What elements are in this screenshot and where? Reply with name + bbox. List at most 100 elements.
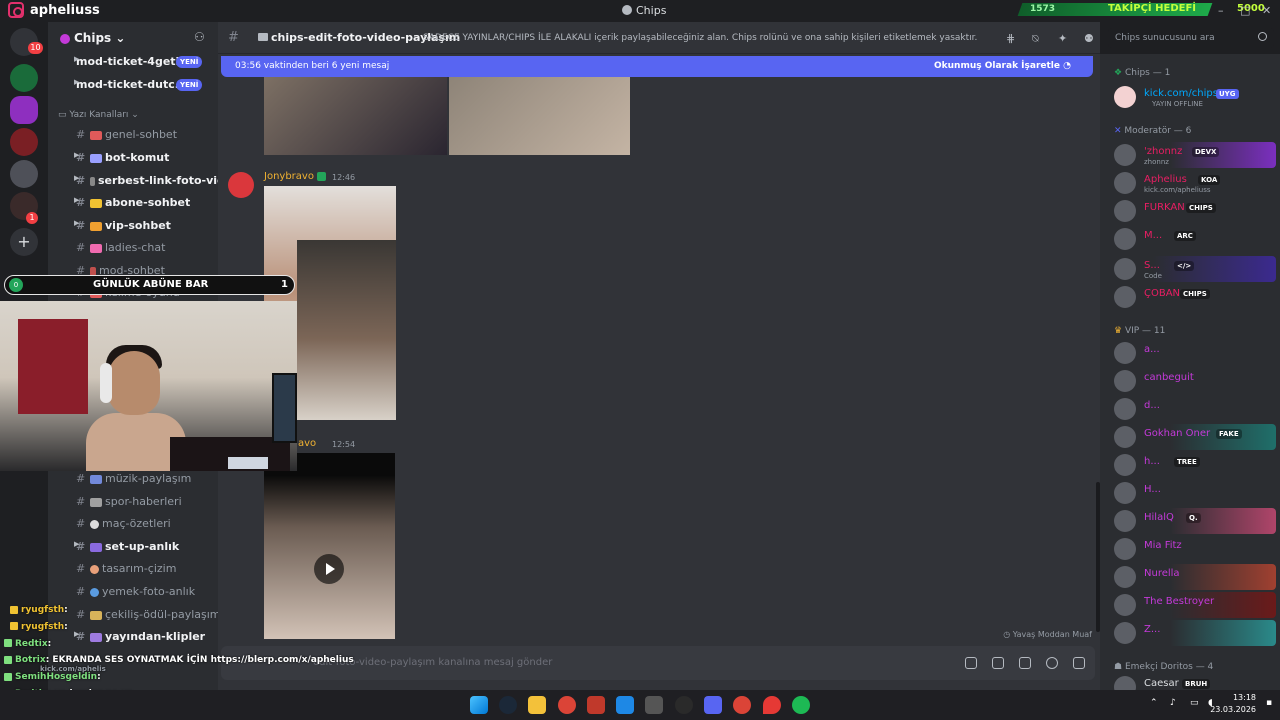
channel-mod-ticket-dutc[interactable]: ▶ mod-ticket-dutc... [74,78,187,91]
category-text-channels[interactable]: ▭ Yazı Kanalları ⌄ [58,110,139,120]
gif-icon[interactable] [992,657,1004,669]
channel-mac-ozetleri[interactable]: # maç-özetleri [76,517,171,530]
threads-icon[interactable]: ⋕ [1006,32,1018,45]
member-moderator[interactable]: Aphelius KOA kick.com/apheliuss [1100,170,1276,196]
steam-icon[interactable] [499,696,517,714]
pin-icon[interactable]: ✦ [1058,32,1070,45]
member-name: Caesar [1144,678,1179,689]
server-icon-green[interactable] [10,64,38,92]
server-icon-avatar[interactable] [10,160,38,188]
member-moderator[interactable]: FURKAN CHIPS [1100,198,1276,224]
channel-spor-haberleri[interactable]: # spor-haberleri [76,495,182,508]
member-list-icon[interactable]: ⚉ [1084,32,1096,45]
member-tag: FAKE [1216,429,1242,439]
channel-tasarim-cizim[interactable]: # tasarım-çizim [76,562,176,575]
hash-icon: # [76,517,86,530]
member-vip[interactable]: Nurella [1100,564,1276,590]
channel-abone-sohbet[interactable]: ▶ # abone-sohbet [74,196,190,209]
wall-poster [18,319,88,414]
message-author[interactable]: avo [298,438,316,449]
message-author[interactable]: Jonybravo [264,171,327,182]
new-messages-banner[interactable]: 03:56 vaktinden beri 6 yeni mesaj Okunmu… [221,56,1093,77]
server-name[interactable]: Chips ⌄ [60,31,125,45]
channel-bot-komut[interactable]: ▶ # bot-komut [74,151,169,164]
network-icon[interactable]: ▭ [1190,698,1199,708]
map-pin-icon[interactable] [763,696,781,714]
notification-icon[interactable]: ▪ [1266,698,1272,708]
mute-bell-icon[interactable]: ⍉ [1032,32,1044,45]
caret-right-icon: ▶ [74,78,80,86]
channel-yemek-foto-anlik[interactable]: # yemek-foto-anlık [76,585,195,598]
member-vip[interactable]: h... TREE [1100,452,1276,478]
badge-icon [10,622,18,631]
play-icon[interactable] [314,554,344,584]
app-icon-horse[interactable] [645,696,663,714]
stream-chat-line: Botrix: EKRANDA SES OYNATMAK İÇİN https:… [4,655,354,665]
badge-icon [4,672,12,681]
member-worker[interactable]: Caesar BRUH [1100,674,1276,690]
discord-icon[interactable] [704,696,722,714]
mic-icon[interactable]: ♪ [1170,698,1176,708]
app-icon-blue[interactable] [616,696,634,714]
attachment-image[interactable] [264,77,447,155]
member-add-icon[interactable]: ⚇ [194,30,205,44]
member-moderator[interactable]: 'zhonnz DEVX zhonnz [1100,142,1276,168]
channel-label: müzik-paylaşım [105,472,192,485]
member-vip[interactable]: H... [1100,480,1276,506]
add-server-icon[interactable]: + [10,228,38,256]
member-vip[interactable]: HilalQ Q. [1100,508,1276,534]
member-name: 'zhonnz [1144,146,1183,157]
member-vip[interactable]: canbeguit [1100,368,1276,394]
member-moderator[interactable]: S... </> Code [1100,256,1276,282]
member-moderator[interactable]: M... ARC [1100,226,1276,252]
channel-mod-ticket-4getit[interactable]: ▶ mod-ticket-4getit [74,55,185,68]
channel-label: set-up-anlık [105,540,180,553]
apps-icon[interactable] [1073,657,1085,669]
emoji-icon[interactable] [1046,657,1058,669]
member-vip[interactable]: a... [1100,340,1276,366]
member-vip[interactable]: Gokhan Oner FAKE [1100,424,1276,450]
attachment-video[interactable] [264,453,395,639]
gift-icon[interactable] [965,657,977,669]
search-input[interactable]: Chips sunucusunu ara [1108,28,1274,48]
channel-set-up-anlik[interactable]: ▶ # set-up-anlık [74,540,180,553]
avatar[interactable] [228,172,254,198]
maximize-icon[interactable]: □ [1240,4,1250,17]
attachment-image[interactable] [449,77,630,155]
chrome-icon[interactable] [558,696,576,714]
hash-icon: # [76,562,86,575]
minimize-icon[interactable]: – [1218,4,1224,17]
music-icon [90,474,102,484]
channel-cekilis-odul[interactable]: # çekiliş-ödül-paylaşım [76,608,221,621]
badge-icon [4,639,12,648]
group-moderator: ✕ Moderatör — 6 [1114,126,1191,136]
chrome-icon-2[interactable] [733,696,751,714]
spotify-icon[interactable] [792,696,810,714]
chevron-up-icon[interactable]: ⌃ [1150,698,1158,708]
channel-vip-sohbet[interactable]: ▶ # vip-sohbet [74,219,171,232]
channel-serbest-link[interactable]: ▶ # serbest-link-foto-vid... [74,174,237,187]
file-explorer-icon[interactable] [528,696,546,714]
member-vip[interactable]: Z... [1100,620,1276,646]
server-icon-chips[interactable] [10,96,38,124]
mark-read-button[interactable]: Okunmuş Olarak İşaretle ◔ [934,61,1071,71]
clock-date[interactable]: 23.03.2026 [1210,705,1256,714]
channel-muzik-paylasim[interactable]: # müzik-paylaşım [76,472,191,485]
member-vip[interactable]: Mia Fitz [1100,536,1276,562]
sticker-icon[interactable] [1019,657,1031,669]
windows-start-icon[interactable] [470,696,488,714]
channel-yayindan-klipler[interactable]: ▶ # yayından-klipler [74,630,205,643]
app-icon-obs[interactable] [675,696,693,714]
app-icon-red[interactable] [587,696,605,714]
clock-time[interactable]: 13:18 [1233,693,1256,702]
avatar [1114,172,1136,194]
channel-ladies-chat[interactable]: # ladies-chat [76,241,165,254]
member-owner[interactable]: kick.com/chips UYG YAYIN OFFLINE [1100,84,1276,110]
member-moderator[interactable]: ÇOBAN CHIPS [1100,284,1276,310]
member-vip[interactable]: d... [1100,396,1276,422]
member-name: H... [1144,484,1161,495]
close-icon[interactable]: ✕ [1262,4,1271,17]
channel-genel-sohbet[interactable]: # genel-sohbet [76,128,177,141]
server-icon-koa[interactable] [10,128,38,156]
member-vip[interactable]: The Bestroyer [1100,592,1276,618]
